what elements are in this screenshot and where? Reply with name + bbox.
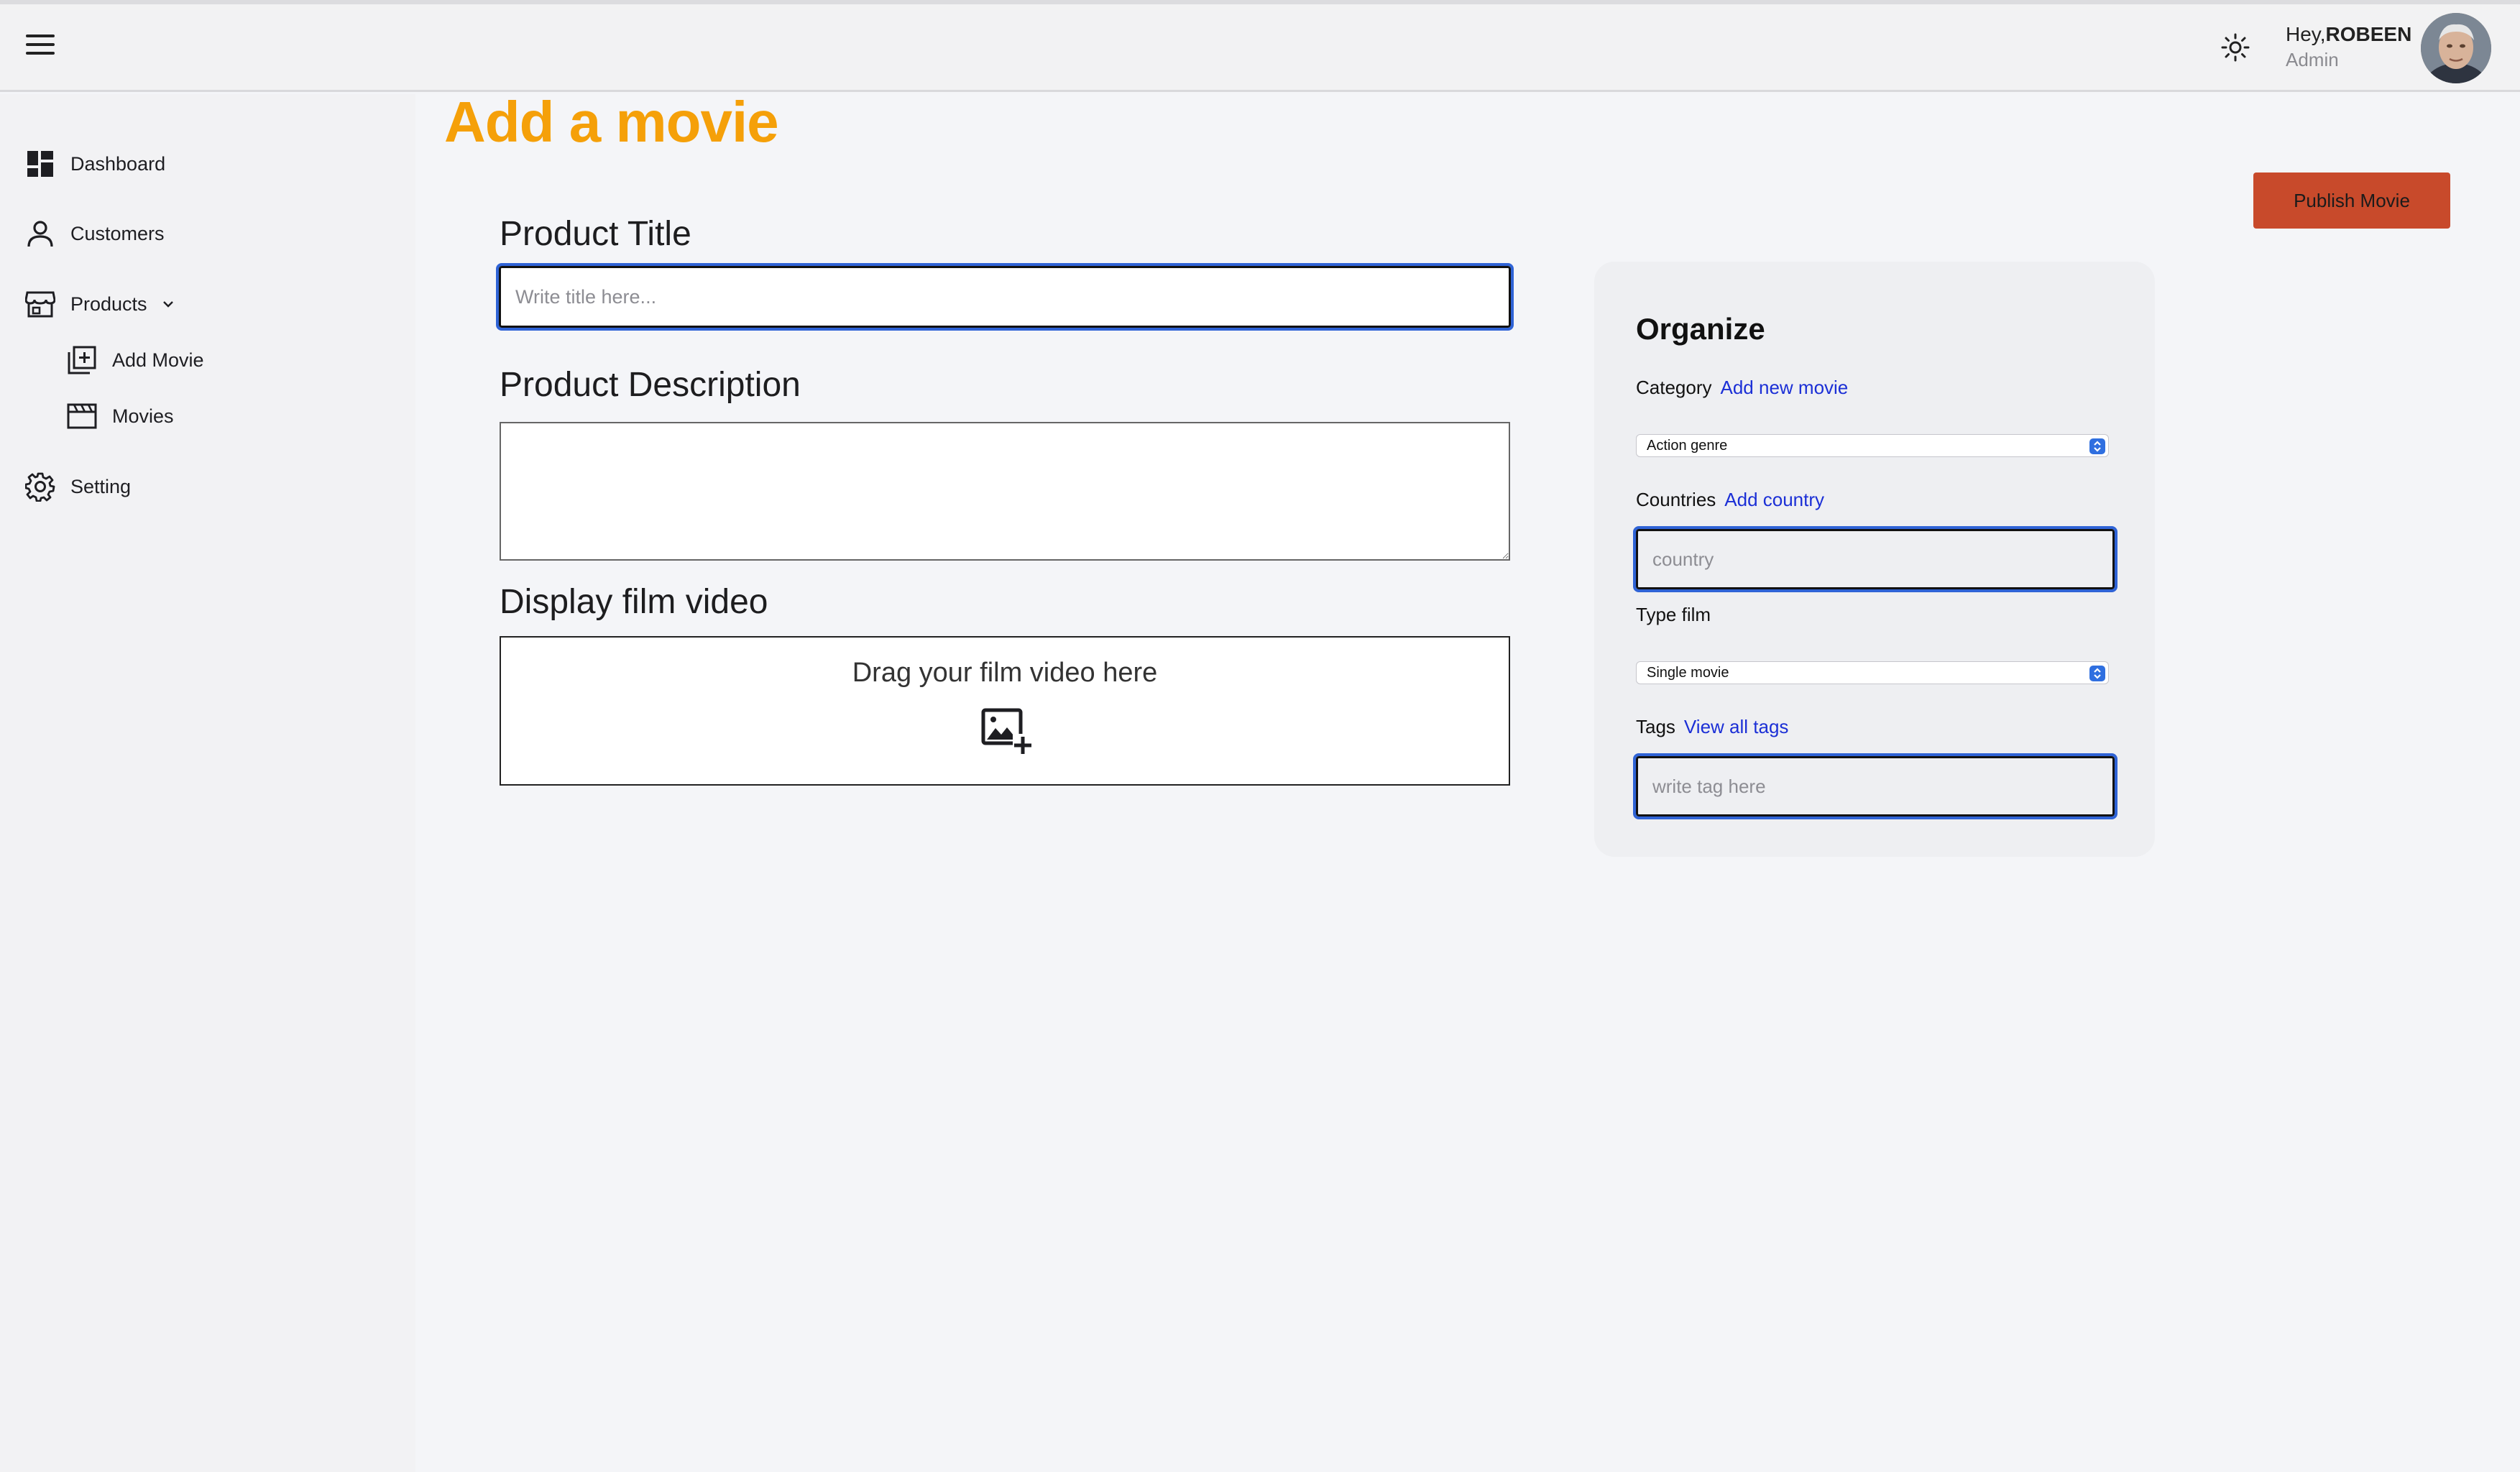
sidebar-item-label: Products xyxy=(70,293,147,315)
product-description-label: Product Description xyxy=(500,366,801,404)
avatar[interactable] xyxy=(2421,13,2491,83)
video-dropzone[interactable]: Drag your film video here xyxy=(500,636,1510,786)
clapperboard-icon xyxy=(66,400,98,432)
select-arrows-icon xyxy=(2089,438,2105,454)
country-input[interactable] xyxy=(1633,526,2117,592)
category-selected-value: Action genre xyxy=(1647,438,1728,454)
organize-panel: Organize Category Add new movie Action ge… xyxy=(1594,262,2155,857)
sidebar-item-label: Add Movie xyxy=(112,349,204,371)
add-new-movie-link[interactable]: Add new movie xyxy=(1721,377,1849,398)
organize-title: Organize xyxy=(1636,312,1765,346)
sidebar-item-movies[interactable]: Movies xyxy=(66,400,174,432)
user-icon xyxy=(24,218,56,249)
add-country-link[interactable]: Add country xyxy=(1724,489,1824,510)
tags-label-row: Tags View all tags xyxy=(1636,716,1788,738)
type-film-label: Type film xyxy=(1636,604,1711,625)
sidebar-item-label: Customers xyxy=(70,222,165,244)
store-icon xyxy=(24,288,56,320)
chevron-down-icon xyxy=(162,301,173,308)
countries-label-row: Countries Add country xyxy=(1636,489,1824,511)
type-film-select[interactable]: Single movie xyxy=(1636,661,2109,684)
hamburger-menu-icon[interactable] xyxy=(26,34,55,58)
category-label-row: Category Add new movie xyxy=(1636,377,1848,399)
sun-icon[interactable] xyxy=(2220,32,2251,63)
sidebar-item-label: Movies xyxy=(112,405,174,427)
sidebar-item-setting[interactable]: Setting xyxy=(24,471,131,502)
product-description-textarea[interactable] xyxy=(500,422,1510,561)
product-title-input[interactable] xyxy=(496,263,1514,331)
countries-label: Countries xyxy=(1636,489,1716,510)
gear-icon xyxy=(24,471,56,502)
category-label: Category xyxy=(1636,377,1712,398)
user-greeting: Hey,ROBEEN xyxy=(2286,22,2411,47)
page-title: Add a movie xyxy=(444,90,779,154)
top-divider xyxy=(0,0,2520,4)
product-title-label: Product Title xyxy=(500,215,691,253)
tags-input[interactable] xyxy=(1633,753,2117,819)
dashboard-icon xyxy=(24,148,56,180)
dropzone-text: Drag your film video here xyxy=(852,658,1158,688)
display-video-label: Display film video xyxy=(500,583,768,621)
publish-movie-button[interactable]: Publish Movie xyxy=(2253,172,2450,229)
tags-label: Tags xyxy=(1636,716,1675,737)
user-info: Hey,ROBEEN Admin xyxy=(2286,22,2411,72)
select-arrows-icon xyxy=(2089,666,2105,681)
category-select[interactable]: Action genre xyxy=(1636,434,2109,457)
user-role: Admin xyxy=(2286,49,2339,70)
add-image-icon xyxy=(981,708,1031,755)
user-name: ROBEEN xyxy=(2325,23,2412,45)
view-all-tags-link[interactable]: View all tags xyxy=(1684,716,1789,737)
add-box-icon xyxy=(66,344,98,376)
greeting-prefix: Hey, xyxy=(2286,23,2326,45)
top-bar: Hey,ROBEEN Admin xyxy=(0,0,2520,92)
sidebar-item-label: Dashboard xyxy=(70,152,166,175)
sidebar-item-products[interactable]: Products xyxy=(24,288,175,320)
sidebar-item-add-movie[interactable]: Add Movie xyxy=(66,344,204,376)
sidebar-item-label: Setting xyxy=(70,475,132,497)
type-film-selected-value: Single movie xyxy=(1647,665,1729,681)
sidebar-item-customers[interactable]: Customers xyxy=(24,218,165,249)
sidebar-item-dashboard[interactable]: Dashboard xyxy=(24,148,165,180)
